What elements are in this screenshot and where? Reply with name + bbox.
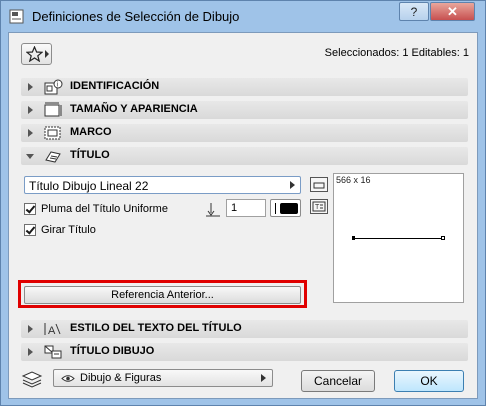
uniform-pen-checkbox[interactable]	[24, 203, 36, 215]
chevron-right-icon	[261, 374, 266, 382]
uniform-pen-label: Pluma del Título Uniforme	[41, 203, 168, 215]
text-box-icon: T	[312, 201, 326, 212]
panel-label: IDENTIFICACIÓN	[70, 80, 160, 92]
panel-titulo[interactable]: TÍTULO	[21, 147, 468, 165]
size-appearance-icon	[44, 102, 62, 117]
title-icon	[45, 151, 61, 163]
panel-label: MARCO	[70, 126, 112, 138]
panel-label: ESTILO DEL TEXTO DEL TÍTULO	[70, 322, 242, 334]
label-icon	[313, 182, 325, 189]
identification-icon: i	[44, 79, 63, 95]
previous-reference-button[interactable]: Referencia Anterior...	[24, 286, 301, 304]
expand-triangle-icon	[28, 106, 33, 114]
panel-label: TÍTULO DIBUJO	[70, 345, 155, 357]
panel-marco[interactable]: MARCO	[21, 124, 468, 142]
expand-triangle-icon	[28, 325, 33, 333]
text-style-icon: A	[44, 323, 61, 337]
panel-identificacion[interactable]: i IDENTIFICACIÓN	[21, 78, 468, 96]
title-type-value: Título Dibujo Lineal 22	[29, 179, 149, 193]
preview-line	[354, 238, 442, 239]
rotate-title-checkbox-row[interactable]: Girar Título	[24, 222, 96, 238]
panel-titulo-dibujo[interactable]: TÍTULO DIBUJO	[21, 343, 468, 361]
pen-divider	[275, 203, 276, 214]
expand-triangle-icon	[28, 129, 33, 137]
svg-text:T: T	[315, 204, 320, 211]
pen-color-swatch	[280, 203, 298, 214]
chevron-right-icon	[45, 50, 49, 58]
favorites-button[interactable]	[21, 43, 52, 65]
title-bar[interactable]: Definiciones de Selección de Dibujo ? ✕	[1, 1, 485, 32]
svg-text:A: A	[48, 325, 56, 337]
preview-size-label: 566 x 16	[336, 175, 371, 185]
panel-estilo-texto-titulo[interactable]: A ESTILO DEL TEXTO DEL TÍTULO	[21, 320, 468, 338]
chevron-right-icon	[290, 181, 295, 189]
selection-info: Seleccionados: 1 Editables: 1	[324, 47, 469, 59]
rotate-title-checkbox[interactable]	[24, 224, 36, 236]
pen-color-button[interactable]	[270, 199, 301, 217]
close-button[interactable]: ✕	[430, 2, 475, 21]
title-preview: 566 x 16	[333, 173, 464, 303]
dialog-window: Definiciones de Selección de Dibujo ? ✕ …	[0, 0, 486, 406]
layers-icon	[21, 371, 43, 388]
layer-dropdown[interactable]: Dibujo & Figuras	[53, 369, 273, 387]
dialog-body: Seleccionados: 1 Editables: 1 i IDENTIFI…	[8, 32, 478, 399]
uniform-pen-checkbox-row[interactable]: Pluma del Título Uniforme	[24, 201, 168, 217]
frame-icon	[44, 126, 61, 140]
ok-button[interactable]: OK	[394, 370, 464, 392]
expand-triangle-icon	[28, 348, 33, 356]
app-icon	[9, 9, 24, 24]
pen-icon	[206, 203, 220, 217]
preview-node	[441, 236, 445, 240]
rotate-title-label: Girar Título	[41, 224, 96, 236]
panel-tamano-apariencia[interactable]: TAMAÑO Y APARIENCIA	[21, 101, 468, 119]
panel-label: TÍTULO	[70, 149, 110, 161]
title-type-dropdown[interactable]: Título Dibujo Lineal 22	[24, 176, 301, 194]
pen-number-field[interactable]: 1	[226, 199, 266, 217]
title-favorites-button[interactable]	[310, 177, 328, 192]
cancel-button[interactable]: Cancelar	[301, 370, 375, 392]
drawing-title-icon	[44, 345, 62, 359]
layer-value: Dibujo & Figuras	[80, 372, 162, 384]
expand-triangle-icon	[28, 83, 33, 91]
help-button[interactable]: ?	[399, 2, 429, 21]
panel-label: TAMAÑO Y APARIENCIA	[70, 103, 198, 115]
text-style-button[interactable]: T	[310, 199, 328, 214]
star-icon	[26, 46, 43, 62]
eye-icon	[61, 375, 75, 382]
window-title: Definiciones de Selección de Dibujo	[32, 9, 240, 24]
collapse-triangle-icon	[26, 154, 34, 159]
